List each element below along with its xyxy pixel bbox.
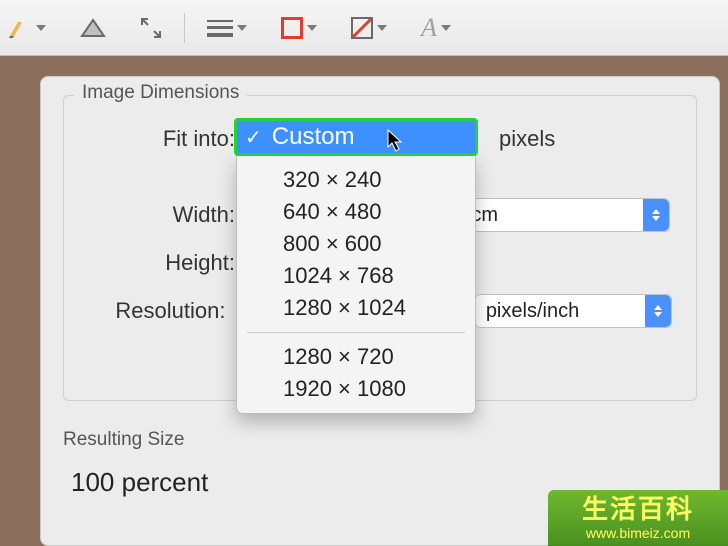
watermark: 生活百科 www.bimeiz.com bbox=[548, 490, 728, 546]
cursor-icon bbox=[387, 129, 405, 153]
image-dimensions-group: Image Dimensions Fit into: pixels ✓ Cust… bbox=[63, 95, 697, 401]
divider bbox=[184, 13, 185, 43]
fit-into-menu: 320 × 240 640 × 480 800 × 600 1024 × 768… bbox=[236, 156, 476, 414]
square-outline-icon bbox=[281, 17, 303, 39]
watermark-line2: www.bimeiz.com bbox=[586, 525, 690, 542]
height-label: Height: bbox=[88, 250, 243, 276]
chevron-down-icon bbox=[237, 25, 247, 31]
fit-into-select[interactable]: ✓ Custom bbox=[234, 118, 478, 156]
highlighter-icon bbox=[8, 18, 32, 38]
watermark-line1: 生活百科 bbox=[582, 494, 694, 525]
chevron-down-icon bbox=[377, 25, 387, 31]
menu-item[interactable]: 1280 × 720 bbox=[237, 341, 475, 373]
menu-item[interactable]: 1280 × 1024 bbox=[237, 292, 475, 324]
resolution-unit-select[interactable]: pixels/inch bbox=[475, 294, 672, 328]
fill-color-tool[interactable] bbox=[351, 17, 387, 39]
chevron-down-icon bbox=[36, 25, 46, 31]
menu-separator bbox=[247, 332, 465, 333]
resolution-label: Resolution: bbox=[88, 298, 234, 324]
resulting-size-section: Resulting Size 100 percent bbox=[63, 429, 697, 498]
fit-into-selected: Custom bbox=[272, 123, 355, 151]
expand-icon bbox=[140, 17, 162, 39]
text-style-tool[interactable]: A bbox=[421, 13, 451, 43]
chevron-down-icon bbox=[441, 25, 451, 31]
lines-icon bbox=[207, 19, 233, 37]
menu-item[interactable]: 1024 × 768 bbox=[237, 260, 475, 292]
adjust-size-panel: Image Dimensions Fit into: pixels ✓ Cust… bbox=[40, 76, 720, 546]
menu-item[interactable]: 1920 × 1080 bbox=[237, 373, 475, 405]
square-slash-icon bbox=[351, 17, 373, 39]
stepper-arrows-icon bbox=[643, 199, 669, 231]
line-weight-tool[interactable] bbox=[207, 19, 247, 37]
stroke-color-tool[interactable] bbox=[281, 17, 317, 39]
chevron-down-icon bbox=[307, 25, 317, 31]
resolution-unit-value: pixels/inch bbox=[486, 300, 579, 323]
stepper-arrows-icon bbox=[645, 295, 671, 327]
toolbar: A bbox=[0, 0, 728, 56]
fit-into-unit: pixels bbox=[499, 126, 555, 152]
width-label: Width: bbox=[88, 202, 243, 228]
highlighter-tool[interactable] bbox=[8, 18, 46, 38]
unit-select[interactable]: cm bbox=[460, 198, 670, 232]
triangle-icon bbox=[80, 18, 106, 38]
menu-item[interactable]: 800 × 600 bbox=[237, 228, 475, 260]
letter-a-icon: A bbox=[421, 13, 437, 43]
group-title: Image Dimensions bbox=[74, 82, 247, 104]
shape-fill-tool[interactable] bbox=[80, 18, 106, 38]
menu-item[interactable]: 320 × 240 bbox=[237, 164, 475, 196]
fit-into-label: Fit into: bbox=[88, 126, 243, 152]
resulting-title: Resulting Size bbox=[63, 429, 697, 451]
menu-item[interactable]: 640 × 480 bbox=[237, 196, 475, 228]
checkmark-icon: ✓ bbox=[245, 125, 262, 150]
expand-tool[interactable] bbox=[140, 17, 162, 39]
